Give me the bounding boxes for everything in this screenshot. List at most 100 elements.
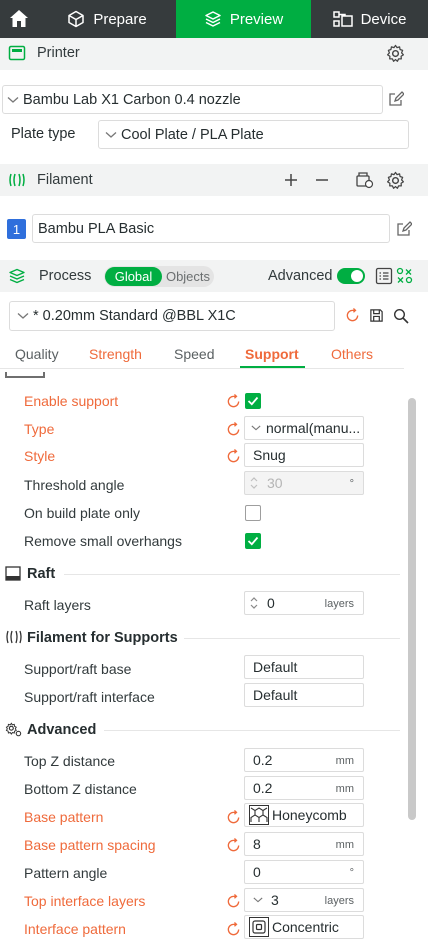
plate-type-select[interactable]: Cool Plate / PLA Plate: [98, 120, 409, 149]
subtab-quality[interactable]: Quality: [15, 346, 59, 362]
threshold-angle-unit: °: [349, 478, 354, 490]
top-interface-layers-select[interactable]: 3 layers: [244, 888, 364, 912]
bottom-z-distance-label: Bottom Z distance: [24, 781, 137, 797]
tab-device[interactable]: Device: [311, 0, 428, 38]
reset-top-interface-layers-icon[interactable]: [226, 894, 241, 909]
bottom-z-distance-input[interactable]: 0.2 mm: [244, 776, 364, 800]
filament-for-supports-group-title: Filament for Supports: [27, 630, 178, 646]
subtab-others[interactable]: Others: [331, 346, 373, 362]
chevron-down-icon: [251, 425, 261, 431]
filament-supports-divider: [184, 638, 400, 639]
filament-supports-icon: [6, 630, 22, 644]
process-layers-icon: [9, 268, 25, 284]
filament-select[interactable]: Bambu PLA Basic: [32, 214, 390, 243]
pattern-angle-value: 0: [253, 864, 261, 880]
base-pattern-label: Base pattern: [24, 809, 104, 825]
search-icon[interactable]: [393, 308, 409, 324]
subtab-support[interactable]: Support: [245, 346, 299, 362]
advanced-switch[interactable]: [337, 268, 365, 284]
on-build-plate-only-checkbox[interactable]: [245, 505, 261, 521]
reset-preset-icon[interactable]: [345, 308, 360, 323]
compare-presets-icon[interactable]: [396, 267, 413, 284]
raft-group-title: Raft: [27, 566, 56, 582]
raft-layers-label: Raft layers: [24, 597, 91, 613]
spinner-arrows-icon[interactable]: [249, 595, 259, 611]
base-pattern-spacing-unit: mm: [335, 839, 354, 851]
reset-style-icon[interactable]: [226, 449, 241, 464]
advanced-divider: [104, 730, 400, 731]
interface-pattern-select[interactable]: Concentric: [244, 915, 364, 939]
settings-scrollbar[interactable]: [408, 398, 416, 820]
device-icon: [332, 11, 353, 27]
chevron-down-icon: [17, 313, 29, 319]
toggle-global[interactable]: Global: [105, 267, 162, 286]
subtab-strength[interactable]: Strength: [89, 346, 142, 362]
base-pattern-spacing-input[interactable]: 8 mm: [244, 832, 364, 856]
base-pattern-select[interactable]: Honeycomb: [244, 803, 364, 827]
chevron-down-icon: [253, 897, 263, 903]
home-icon: [10, 10, 28, 27]
type-select[interactable]: normal(manu...: [244, 416, 364, 440]
remove-small-overhangs-label: Remove small overhangs: [24, 533, 182, 549]
tab-device-label: Device: [360, 10, 407, 28]
raft-layers-input[interactable]: 0 layers: [244, 591, 364, 615]
edit-filament-icon[interactable]: [396, 221, 412, 237]
honeycomb-icon: [249, 805, 269, 825]
style-select[interactable]: Snug: [244, 443, 364, 467]
reset-base-pattern-icon[interactable]: [226, 810, 241, 825]
raft-icon: [5, 566, 21, 581]
top-z-distance-input[interactable]: 0.2 mm: [244, 748, 364, 772]
support-raft-base-value: Default: [253, 659, 298, 675]
add-filament-icon[interactable]: [283, 172, 299, 188]
concentric-icon: [249, 917, 269, 937]
edit-printer-icon[interactable]: [388, 91, 404, 107]
bottom-z-distance-unit: mm: [335, 783, 354, 795]
support-raft-base-select[interactable]: Default: [244, 655, 364, 679]
top-z-distance-label: Top Z distance: [24, 753, 116, 769]
support-raft-base-label: Support/raft base: [24, 661, 132, 677]
filament-sync-icon[interactable]: [355, 171, 374, 189]
remove-small-overhangs-checkbox[interactable]: [245, 533, 261, 549]
enable-support-checkbox[interactable]: [245, 393, 261, 409]
chevron-down-icon: [7, 96, 19, 103]
filament-slot-badge[interactable]: 1: [7, 219, 26, 239]
interface-pattern-label: Interface pattern: [24, 921, 126, 937]
raft-layers-value: 0: [267, 595, 275, 611]
pattern-angle-label: Pattern angle: [24, 865, 108, 881]
list-view-icon[interactable]: [375, 267, 393, 285]
remove-filament-icon[interactable]: [314, 172, 330, 188]
top-interface-layers-unit: layers: [324, 895, 354, 907]
global-objects-toggle: Global Objects: [104, 266, 214, 287]
save-preset-icon[interactable]: [369, 308, 384, 323]
reset-enable-support-icon[interactable]: [226, 394, 241, 409]
chevron-down-icon: [105, 131, 117, 138]
home-button[interactable]: [0, 0, 38, 38]
reset-type-icon[interactable]: [226, 422, 241, 437]
support-raft-interface-label: Support/raft interface: [24, 689, 155, 705]
cube-icon: [68, 10, 85, 28]
raft-divider: [64, 574, 400, 575]
tab-preview[interactable]: Preview: [176, 0, 311, 38]
advanced-gears-icon: [5, 722, 22, 737]
reset-base-pattern-spacing-icon[interactable]: [226, 838, 241, 853]
reset-interface-pattern-icon[interactable]: [226, 922, 241, 937]
filament-settings-gear-icon[interactable]: [386, 171, 405, 190]
top-interface-layers-value: 3: [271, 892, 279, 908]
printer-select[interactable]: Bambu Lab X1 Carbon 0.4 nozzle: [2, 85, 383, 114]
printer-settings-gear-icon[interactable]: [386, 44, 405, 63]
support-raft-interface-select[interactable]: Default: [244, 683, 364, 707]
threshold-angle-input[interactable]: 30 °: [244, 471, 364, 495]
checkmark-icon: [247, 536, 259, 546]
filament-icon: [9, 173, 25, 187]
type-value: normal(manu...: [266, 420, 361, 436]
checkmark-icon: [247, 396, 259, 406]
toggle-objects[interactable]: Objects: [163, 267, 213, 286]
filament-title: Filament: [37, 172, 93, 188]
pattern-angle-input[interactable]: 0 °: [244, 860, 364, 884]
process-preset-select[interactable]: * 0.20mm Standard @BBL X1C: [9, 301, 335, 331]
tab-prepare[interactable]: Prepare: [38, 0, 176, 38]
base-pattern-spacing-label: Base pattern spacing: [24, 837, 156, 853]
subtab-speed[interactable]: Speed: [174, 346, 214, 362]
process-preset-value: * 0.20mm Standard @BBL X1C: [33, 308, 236, 324]
advanced-switch-knob: [351, 270, 363, 282]
